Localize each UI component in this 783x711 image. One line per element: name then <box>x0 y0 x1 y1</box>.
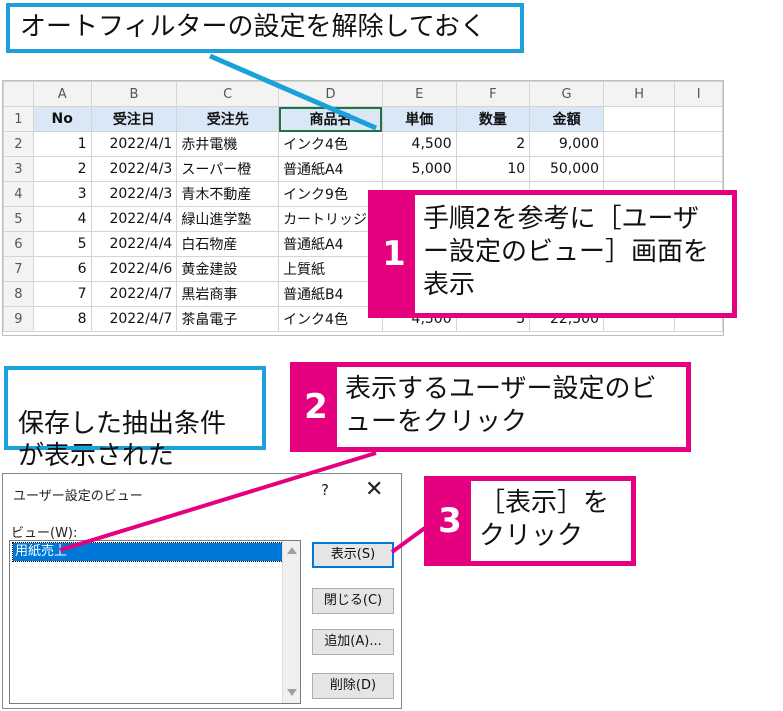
leader-line-step-3 <box>390 515 442 554</box>
leader-line-step-2 <box>59 451 377 552</box>
leader-lines <box>59 53 442 554</box>
leader-line-top <box>209 53 377 131</box>
